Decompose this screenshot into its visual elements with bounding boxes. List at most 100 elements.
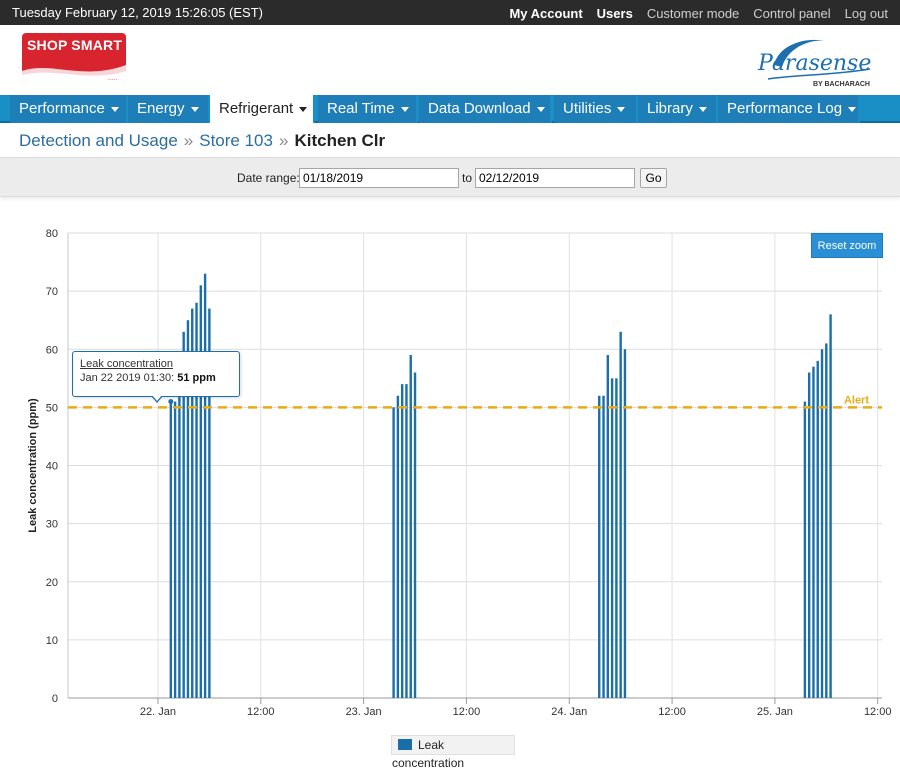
data-bar [816,360,819,698]
y-tick-label: 60 [46,344,58,356]
x-tick-label: 25. Jan [757,706,793,718]
chevron-down-icon [299,106,308,112]
y-tick-label: 30 [46,519,58,531]
tooltip-point: Jan 22 2019 01:30: 51 ppm [80,372,232,384]
data-bar [610,378,614,698]
chevron-down-icon [617,106,626,112]
nav-performance[interactable]: Performance [10,95,128,123]
page-title: Kitchen Clr [294,131,386,150]
reset-zoom-button[interactable]: Reset zoom [811,233,883,258]
data-bar [615,378,618,698]
nav-library[interactable]: Library [638,95,718,123]
breadcrumb-store[interactable]: Store 103 [199,131,273,150]
main-nav: Performance Energy Refrigerant Real Time… [0,95,900,123]
nav-performance-label: Performance [19,100,105,117]
parasense-logo[interactable]: Parasense BY BACHARACH [754,35,872,90]
chart-tooltip: Leak concentration Jan 22 2019 01:30: 51… [72,351,240,403]
tooltip-point-time: Jan 22 2019 01:30: [80,372,178,384]
svg-text:.....: ..... [108,75,118,82]
log-out-link[interactable]: Log out [845,6,888,21]
x-tick-label: 23. Jan [346,706,382,718]
tooltip-series-name: Leak concentration [80,358,173,370]
shop-smart-logo[interactable]: SHOP SMART ..... [22,33,126,83]
data-bar [602,395,605,698]
nav-utilities[interactable]: Utilities [554,95,638,123]
nav-performance-log[interactable]: Performance Log [718,95,860,123]
shop-smart-wave-icon: ..... [22,65,126,83]
shop-smart-logo-text: SHOP SMART [27,37,123,53]
breadcrumb-separator: » [278,131,289,150]
data-bar [623,349,627,698]
data-bar [178,366,181,698]
hovered-point-marker [168,399,174,405]
control-panel-link[interactable]: Control panel [753,6,830,21]
alert-label: Alert [844,394,869,406]
date-range-label: Date range: [237,171,300,185]
nav-energy-label: Energy [137,100,185,117]
parasense-logo-text: Parasense [758,51,872,76]
data-bar [598,395,601,698]
nav-real-time[interactable]: Real Time [318,95,418,123]
data-bar [812,366,815,698]
chevron-down-icon [190,106,199,112]
y-tick-label: 0 [52,693,58,705]
account-links: My Account Users Customer mode Control p… [509,6,888,21]
nav-refrigerant[interactable]: Refrigerant [210,95,315,123]
data-bar [392,407,395,698]
y-tick-label: 50 [46,402,58,414]
x-tick-label: 22. Jan [140,706,176,718]
y-tick-label: 20 [46,577,58,589]
app-root: Tuesday February 12, 2019 15:26:05 (EST)… [0,0,900,771]
data-bar [825,343,828,698]
chevron-down-icon [536,106,545,112]
tooltip-point-value: 51 ppm [177,372,216,384]
date-to-input[interactable] [475,168,635,188]
data-bar [173,401,177,698]
chevron-down-icon [110,106,119,112]
data-bar [413,372,417,698]
y-tick-label: 70 [46,286,58,298]
data-bar [807,372,811,698]
y-axis-label: Leak concentration (ppm) [27,398,39,533]
data-bar [829,314,832,698]
data-bar [199,285,203,698]
x-tick-label: 12:00 [453,706,481,718]
data-bar [169,401,173,698]
data-bar [405,384,408,698]
leak-concentration-chart[interactable]: 0 10 20 30 40 50 60 70 80 22. Jan 12:00 23. Jan 12:0… [0,215,900,771]
y-tick-label: 10 [46,635,58,647]
date-to-label: to [462,171,473,185]
x-tick-label: 12:00 [864,706,892,718]
nav-real-time-label: Real Time [327,100,395,117]
data-bar [619,331,622,698]
nav-data-download-label: Data Download [428,100,531,117]
nav-data-download[interactable]: Data Download [419,95,552,123]
customer-mode-link[interactable]: Customer mode [647,6,739,21]
data-bar [820,349,824,698]
current-datetime: Tuesday February 12, 2019 15:26:05 (EST) [12,5,263,20]
x-tick-label: 12:00 [247,706,275,718]
header: SHOP SMART ..... Parasense BY BACHARACH [0,25,900,95]
legend-swatch [398,739,412,750]
go-button[interactable]: Go [640,168,667,188]
y-tick-label: 80 [46,228,58,240]
data-bar [803,401,807,698]
date-range-bar: Date range: to Go [0,157,900,197]
x-tick-label: 24. Jan [551,706,587,718]
top-bar: Tuesday February 12, 2019 15:26:05 (EST)… [0,0,900,25]
x-tick-label: 12:00 [658,706,686,718]
bacharach-byline: BY BACHARACH [812,81,870,88]
users-link[interactable]: Users [597,6,633,21]
chart-legend-item[interactable]: Leak concentration [391,735,515,770]
my-account-link[interactable]: My Account [509,6,582,21]
nav-energy[interactable]: Energy [128,95,210,123]
chevron-down-icon [698,106,707,112]
data-bar [409,355,412,698]
breadcrumb-detection-and-usage[interactable]: Detection and Usage [19,131,178,150]
breadcrumb-separator: » [183,131,194,150]
data-bar [203,273,207,698]
tooltip-pointer-fill [152,395,162,401]
nav-library-label: Library [647,100,693,117]
date-from-input[interactable] [299,168,459,188]
data-bar [400,384,404,698]
